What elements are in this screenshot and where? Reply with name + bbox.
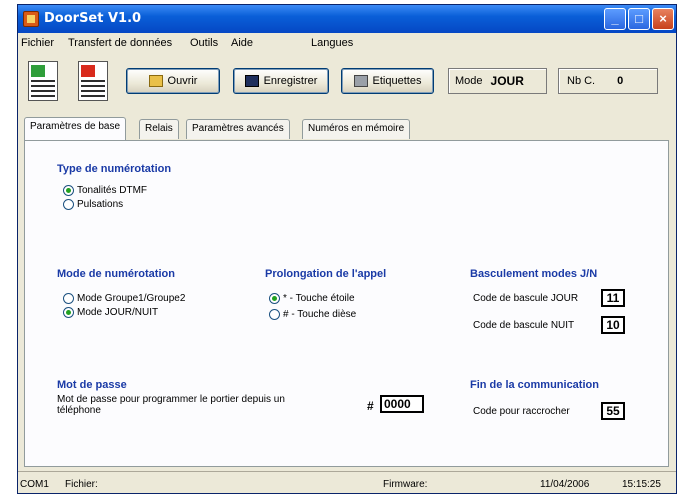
radio-dtmf[interactable]: Tonalités DTMF xyxy=(63,185,147,196)
count-value: 0 xyxy=(617,75,624,87)
menu-langues[interactable]: Langues xyxy=(311,37,353,49)
title-bar[interactable]: DoorSet V1.0 _ □ × xyxy=(18,5,676,33)
radio-star-key[interactable]: * - Touche étoile xyxy=(269,293,355,304)
hangup-code-label: Code pour raccrocher xyxy=(473,406,570,417)
menu-bar: Fichier Transfert de données Outils Aide… xyxy=(18,33,676,53)
radio-hash-indicator xyxy=(269,309,280,320)
menu-fichier[interactable]: Fichier xyxy=(21,37,54,49)
minimize-button[interactable]: _ xyxy=(604,8,626,30)
menu-transfert[interactable]: Transfert de données xyxy=(68,37,172,49)
menu-outils[interactable]: Outils xyxy=(190,37,218,49)
radio-groupe-label: Mode Groupe1/Groupe2 xyxy=(77,293,186,304)
status-time: 15:15:25 xyxy=(622,479,661,490)
radio-jour-nuit-label: Mode JOUR/NUIT xyxy=(77,307,159,318)
labels-button[interactable]: Etiquettes xyxy=(341,68,434,94)
menu-aide[interactable]: Aide xyxy=(231,37,253,49)
status-date: 11/04/2006 xyxy=(540,479,590,490)
window-title: DoorSet V1.0 xyxy=(44,11,142,26)
password-input[interactable]: 0000 xyxy=(380,395,424,413)
status-firmware: Firmware: xyxy=(383,479,428,490)
red-arrow-icon xyxy=(81,65,95,77)
green-arrow-icon xyxy=(31,65,45,77)
count-indicator: Nb C. 0 xyxy=(558,68,658,94)
radio-pulsations[interactable]: Pulsations xyxy=(63,199,123,210)
dial-mode-heading: Mode de numérotation xyxy=(57,268,175,280)
radio-groupe-indicator xyxy=(63,293,74,304)
radio-jour-nuit-indicator xyxy=(63,307,74,318)
labels-button-label: Etiquettes xyxy=(372,75,422,87)
tab-parametres-base[interactable]: Paramètres de base xyxy=(24,117,127,140)
radio-pulsations-label: Pulsations xyxy=(77,199,124,210)
folder-icon xyxy=(148,75,163,87)
close-button[interactable]: × xyxy=(652,8,674,30)
app-icon xyxy=(23,11,39,27)
end-call-heading: Fin de la communication xyxy=(470,379,599,391)
password-heading: Mot de passe xyxy=(57,379,127,391)
password-hash-prefix: # xyxy=(367,399,374,413)
radio-dtmf-indicator xyxy=(63,185,74,196)
call-extension-heading: Prolongation de l'appel xyxy=(265,268,387,280)
status-port: COM1 xyxy=(20,479,49,490)
save-button[interactable]: Enregistrer xyxy=(233,68,329,94)
mode-label: Mode xyxy=(455,75,483,87)
day-code-input[interactable]: 11 xyxy=(601,289,625,307)
radio-star-indicator xyxy=(269,293,280,304)
upload-device-icon[interactable] xyxy=(28,61,58,101)
radio-hash-key[interactable]: # - Touche dièse xyxy=(269,309,356,320)
password-description: Mot de passe pour programmer le portier … xyxy=(57,394,285,416)
night-code-label: Code de bascule NUIT xyxy=(473,320,575,331)
status-bar: COM1 Fichier: Firmware: 11/04/2006 15:15… xyxy=(18,471,676,493)
day-night-heading: Basculement modes J/N xyxy=(470,268,598,280)
day-code-label: Code de bascule JOUR xyxy=(473,293,579,304)
download-device-icon[interactable] xyxy=(78,61,108,101)
open-button-label: Ouvrir xyxy=(167,75,198,87)
open-button[interactable]: Ouvrir xyxy=(126,68,220,94)
radio-star-label: * - Touche étoile xyxy=(283,293,355,304)
tab-parametres-avances[interactable]: Paramètres avancés xyxy=(186,119,290,139)
maximize-button[interactable]: □ xyxy=(628,8,650,30)
radio-dtmf-label: Tonalités DTMF xyxy=(77,185,148,196)
radio-groupe[interactable]: Mode Groupe1/Groupe2 xyxy=(63,293,185,304)
mode-indicator: Mode JOUR xyxy=(448,68,547,94)
hangup-code-input[interactable]: 55 xyxy=(601,402,625,420)
floppy-disk-icon xyxy=(244,75,259,87)
save-button-label: Enregistrer xyxy=(263,75,318,87)
mode-value: JOUR xyxy=(490,74,524,88)
count-label: Nb C. xyxy=(567,75,596,87)
night-code-input[interactable]: 10 xyxy=(601,316,625,334)
dial-type-heading: Type de numérotation xyxy=(57,163,172,175)
tab-numeros-memoire[interactable]: Numéros en mémoire xyxy=(302,119,411,139)
tab-relais[interactable]: Relais xyxy=(139,119,179,139)
tab-panel: Type de numérotation Tonalités DTMF Puls… xyxy=(24,140,669,467)
main-window: DoorSet V1.0 _ □ × Fichier Transfert de … xyxy=(17,4,677,494)
status-file: Fichier: xyxy=(65,479,98,490)
printer-icon xyxy=(353,75,368,87)
radio-jour-nuit[interactable]: Mode JOUR/NUIT xyxy=(63,307,158,318)
radio-hash-label: # - Touche dièse xyxy=(283,309,357,320)
radio-pulsations-indicator xyxy=(63,199,74,210)
